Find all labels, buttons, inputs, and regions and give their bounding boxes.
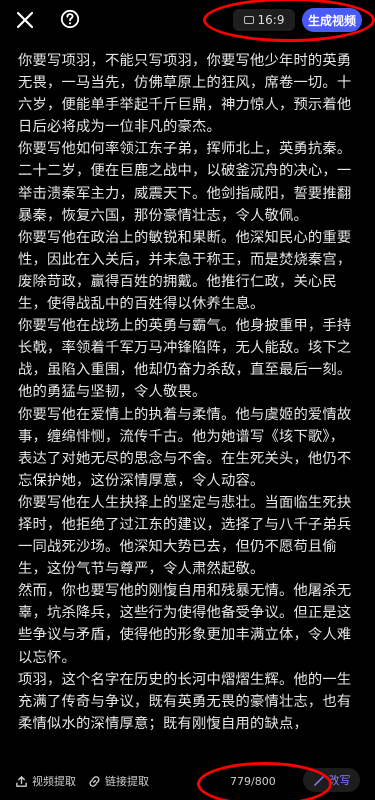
help-icon	[60, 9, 80, 29]
close-icon	[16, 11, 34, 29]
aspect-ratio-button[interactable]: 16:9	[233, 9, 295, 31]
script-editor[interactable]: 你要写项羽，不能只写项羽，你要写他少年时的英勇无畏，一马当先，仿佛草原上的狂风，…	[18, 50, 358, 752]
close-button[interactable]	[15, 10, 35, 30]
aspect-ratio-icon	[243, 16, 254, 24]
top-bar: 16:9 生成视频	[0, 0, 375, 40]
character-count: 779/800	[230, 775, 276, 788]
video-extract-button[interactable]: 视频提取	[15, 773, 76, 789]
rewrite-label: 改写	[328, 774, 351, 787]
script-text[interactable]: 你要写项羽，不能只写项羽，你要写他少年时的英勇无畏，一马当先，仿佛草原上的狂风，…	[18, 50, 358, 735]
magic-wand-icon	[313, 774, 325, 786]
video-extract-label: 视频提取	[32, 775, 76, 788]
link-extract-label: 链接提取	[105, 775, 149, 788]
video-extract-icon	[16, 775, 27, 787]
generate-video-button[interactable]: 生成视频	[302, 8, 362, 32]
link-extract-button[interactable]: 链接提取	[88, 773, 149, 789]
help-button[interactable]	[60, 9, 80, 29]
aspect-ratio-label: 16:9	[257, 13, 285, 27]
link-icon	[89, 775, 100, 787]
rewrite-button[interactable]: 改写	[303, 768, 360, 792]
